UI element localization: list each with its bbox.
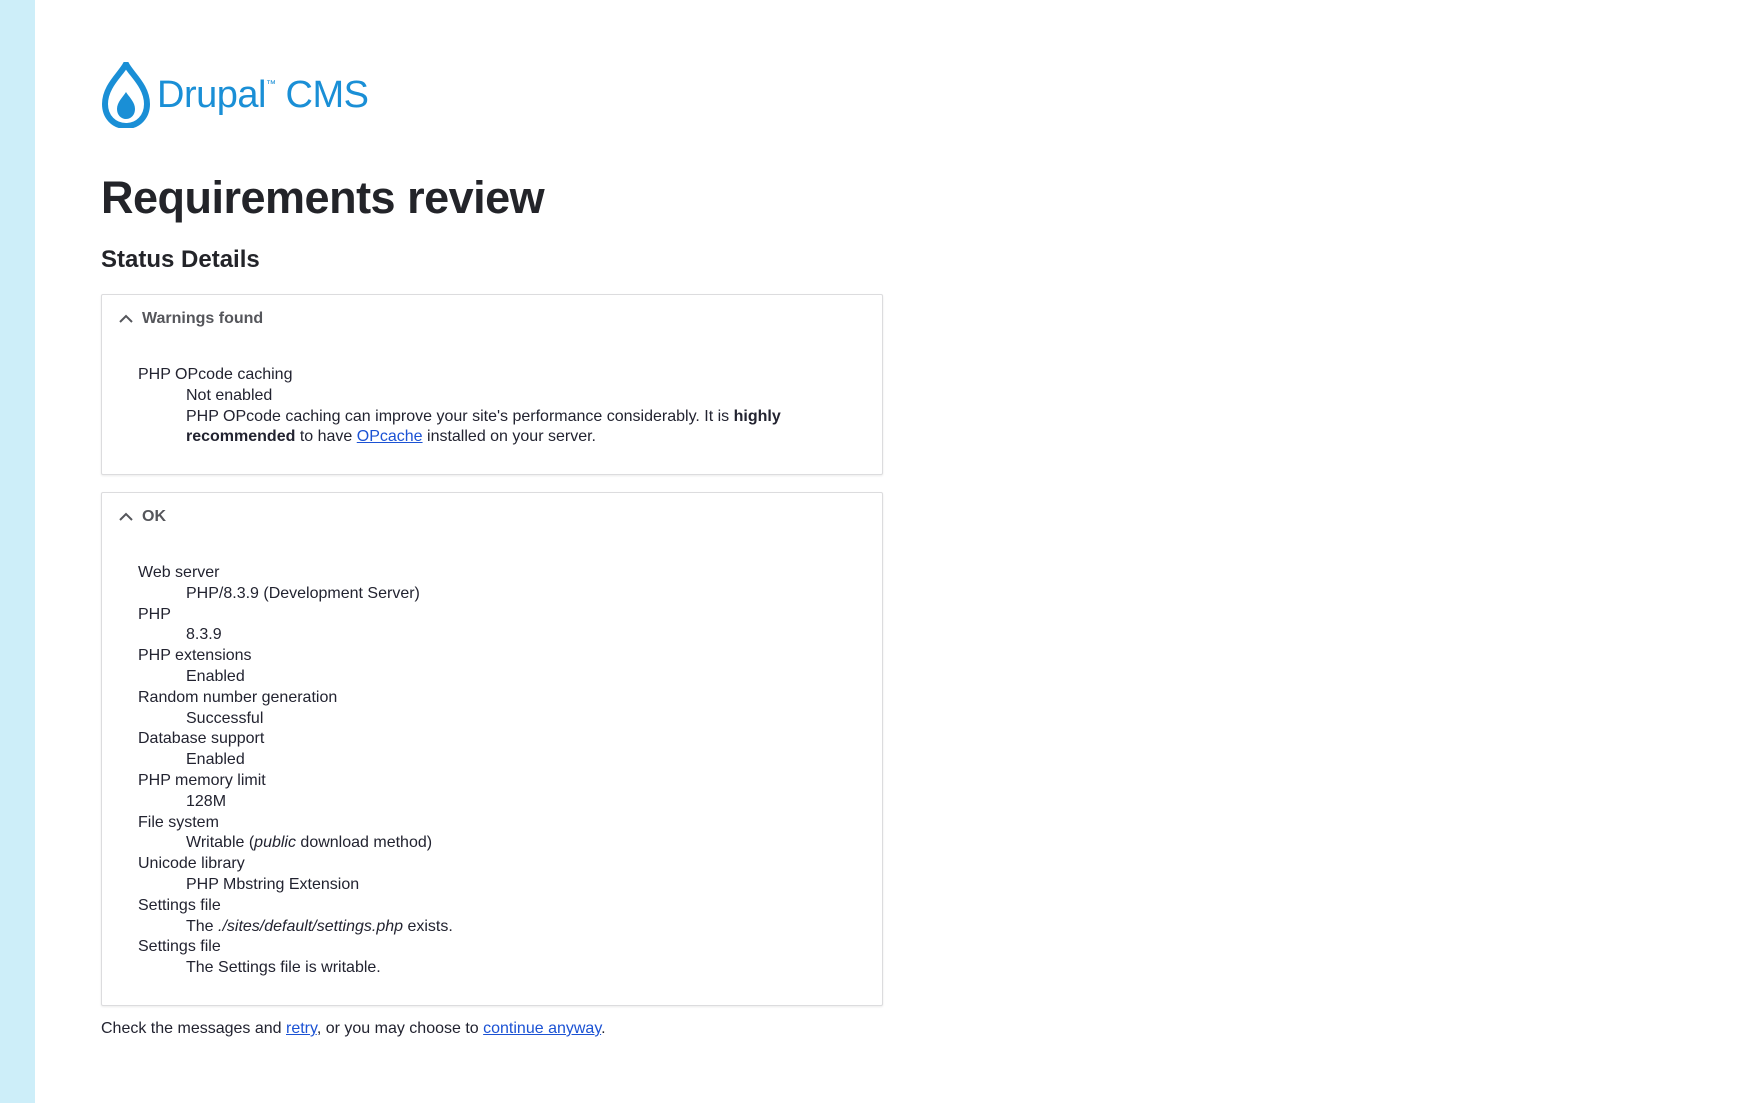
requirement-value: 128M [186, 792, 227, 810]
requirement-value: Writable (public download method) [186, 834, 433, 852]
requirement-title: PHP memory limit [138, 771, 266, 789]
chevron-up-icon [114, 307, 138, 331]
retry-link[interactable]: retry [286, 1020, 317, 1037]
requirement-title: PHP OPcode caching [138, 366, 293, 383]
requirement-value: Enabled [186, 667, 245, 685]
side-stripe [0, 0, 35, 1103]
requirement-title: Settings file [138, 938, 221, 956]
requirement-value: PHP/8.3.9 (Development Server) [186, 584, 420, 602]
ok-panel: OK Web server PHP/8.3.9 (Development Ser… [101, 492, 883, 1006]
warnings-panel-toggle[interactable]: Warnings found [102, 295, 882, 343]
warnings-body: PHP OPcode caching Not enabled PHP OPcod… [102, 343, 882, 474]
requirement-value: The ./sites/default/settings.php exists. [186, 917, 453, 935]
opcache-link[interactable]: OPcache [357, 428, 423, 445]
requirement-title: PHP extensions [138, 647, 252, 665]
ok-body: Web server PHP/8.3.9 (Development Server… [102, 541, 882, 1005]
warnings-panel: Warnings found PHP OPcode caching Not en… [101, 294, 883, 476]
requirement-value: Enabled [186, 751, 245, 769]
requirement-value: Not enabled [186, 386, 273, 404]
warnings-heading: Warnings found [142, 310, 264, 327]
main-content: Drupal™ CMS Requirements review Status D… [101, 62, 885, 1037]
drupal-drop-icon [101, 62, 151, 128]
requirement-title: Random number generation [138, 688, 338, 706]
ok-panel-toggle[interactable]: OK [102, 493, 882, 541]
requirement-title: Database support [138, 730, 265, 748]
requirement-value: PHP Mbstring Extension [186, 875, 360, 893]
ok-heading: OK [142, 508, 166, 525]
page-title: Requirements review [101, 172, 545, 223]
requirement-value: The Settings file is writable. [186, 959, 381, 977]
drupal-cms-logo: Drupal™ CMS [101, 62, 885, 128]
requirement-title: Settings file [138, 896, 221, 914]
requirement-title: File system [138, 813, 219, 831]
chevron-up-icon [114, 505, 138, 529]
requirement-value: Successful [186, 709, 264, 727]
continue-anyway-link[interactable]: continue anyway [483, 1020, 601, 1037]
requirement-title: PHP [138, 605, 171, 623]
requirement-title: Unicode library [138, 855, 245, 873]
brand-wordmark: Drupal™ CMS [157, 74, 369, 116]
requirement-title: Web server [138, 564, 220, 581]
footer-message: Check the messages and retry, or you may… [101, 1020, 606, 1037]
requirement-value: 8.3.9 [186, 626, 222, 644]
requirement-description: PHP OPcode caching can improve your site… [186, 407, 781, 446]
section-title: Status Details [101, 246, 260, 273]
